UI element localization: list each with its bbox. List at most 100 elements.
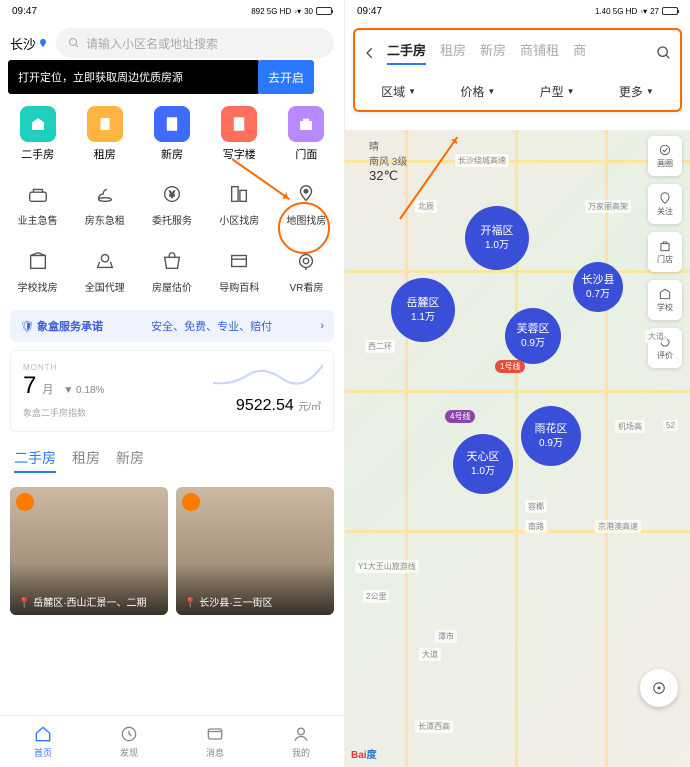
map-canvas[interactable]: 晴 南风 3级 32℃ 画圈 关注 门店 学校 评价 Bai度 开福区 1.0万… — [345, 130, 690, 767]
map-tab-新房[interactable]: 新房 — [480, 40, 506, 65]
district-bubble-开福区[interactable]: 开福区 1.0万 — [465, 206, 529, 270]
tool-icon — [658, 143, 672, 157]
map-top-card: 二手房租房新房商铺租商 区域 ▼价格 ▼户型 ▼更多 ▼ — [353, 28, 682, 112]
listing-type-tabs: 二手房租房新房 — [0, 440, 344, 481]
filter-区域[interactable]: 区域 ▼ — [359, 83, 438, 100]
category-租房[interactable]: 租房 — [71, 106, 138, 162]
map-label: 容榔 — [525, 500, 547, 513]
tool-icon — [658, 239, 672, 253]
map-tool-门店[interactable]: 门店 — [648, 232, 682, 272]
bottom-nav: 首页 发现 消息 我的 — [0, 715, 344, 767]
category-新房[interactable]: 新房 — [138, 106, 205, 162]
nav-房东急租[interactable]: 房东急租 — [71, 180, 138, 227]
baidu-logo: Bai度 — [351, 746, 377, 761]
category-门面[interactable]: 门面 — [273, 106, 340, 162]
tab-新房[interactable]: 新房 — [116, 448, 144, 473]
filter-更多[interactable]: 更多 ▼ — [597, 83, 676, 100]
nav-icon — [119, 724, 139, 744]
wifi-icon: ◦▾ — [294, 7, 301, 16]
nav-地图找房[interactable]: 地图找房 — [273, 180, 340, 227]
nav-学校找房[interactable]: 学校找房 — [4, 247, 71, 294]
metro-line-badge: 4号线 — [445, 410, 475, 423]
avg-price: 9522.54 元/㎡ — [236, 397, 321, 415]
map-label: 机场高 — [615, 420, 645, 433]
district-bubble-芙蓉区[interactable]: 芙蓉区 0.9万 — [505, 308, 561, 364]
nav-导购百科[interactable]: 导购百科 — [206, 247, 273, 294]
month-number: 7 — [23, 372, 36, 400]
nav-发现[interactable]: 发现 — [86, 716, 172, 767]
nav-全国代理[interactable]: 全国代理 — [71, 247, 138, 294]
map-label: 潭市 — [435, 630, 457, 643]
location-banner: 打开定位，立即获取周边优质房源 — [8, 60, 260, 94]
category-写字楼[interactable]: 写字楼 — [206, 106, 273, 162]
map-tab-租房[interactable]: 租房 — [440, 40, 466, 65]
nav-业主急售[interactable]: 业主急售 — [4, 180, 71, 227]
nav-icon: ¥ — [158, 180, 186, 208]
nav-icon — [33, 724, 53, 744]
filter-价格[interactable]: 价格 ▼ — [438, 83, 517, 100]
map-tab-商铺租[interactable]: 商铺租 — [520, 40, 559, 65]
hot-icon — [16, 493, 34, 511]
filter-户型[interactable]: 户型 ▼ — [518, 83, 597, 100]
secondary-row-2: 学校找房 全国代理 房屋估价 导购百科 VR看房 — [0, 237, 344, 304]
chevron-right-icon: › — [320, 320, 324, 332]
district-bubble-天心区[interactable]: 天心区 1.0万 — [453, 434, 513, 494]
district-bubble-长沙县[interactable]: 长沙县 0.7万 — [573, 262, 623, 312]
listings-row: 📍 岳麓区·西山汇景一、二期 📍 长沙县·三一街区 — [0, 481, 344, 621]
tab-二手房[interactable]: 二手房 — [14, 448, 56, 473]
nav-房屋估价[interactable]: 房屋估价 — [138, 247, 205, 294]
category-icon — [154, 106, 190, 142]
service-promise-banner[interactable]: 🛡 象盒服务承诺 安全、免费、专业、赔付 › — [10, 310, 334, 342]
metro-line-badge: 1号线 — [495, 360, 525, 373]
back-icon[interactable] — [363, 46, 377, 60]
map-tool-画圈[interactable]: 画圈 — [648, 136, 682, 176]
map-label: 52 — [663, 420, 678, 431]
weather-widget: 晴 南风 3级 32℃ — [369, 138, 407, 184]
search-icon[interactable] — [656, 45, 672, 61]
map-tool-关注[interactable]: 关注 — [648, 184, 682, 224]
category-icon — [288, 106, 324, 142]
nav-小区找房[interactable]: 小区找房 — [206, 180, 273, 227]
price-index-card[interactable]: MONTH 7 月 ▼ 0.18% 9522.54 元/㎡ 象盒二手房指数 — [10, 350, 334, 432]
map-label: 南路 — [525, 520, 547, 533]
search-icon — [68, 37, 80, 49]
map-tab-商[interactable]: 商 — [573, 40, 586, 65]
nav-首页[interactable]: 首页 — [0, 716, 86, 767]
svg-text:¥: ¥ — [168, 190, 175, 200]
category-icon — [221, 106, 257, 142]
map-label: 西二环 — [365, 340, 395, 353]
tab-租房[interactable]: 租房 — [72, 448, 100, 473]
nav-icon — [24, 180, 52, 208]
locate-me-button[interactable] — [640, 669, 678, 707]
nav-icon — [225, 180, 253, 208]
district-bubble-岳麓区[interactable]: 岳麓区 1.1万 — [391, 278, 455, 342]
nav-VR看房[interactable]: VR看房 — [273, 247, 340, 294]
status-right: 892 5G HD ◦▾ 30 — [251, 7, 332, 16]
map-tab-二手房[interactable]: 二手房 — [387, 40, 426, 65]
nav-icon — [225, 247, 253, 275]
district-bubble-雨花区[interactable]: 雨花区 0.9万 — [521, 406, 581, 466]
nav-icon — [24, 247, 52, 275]
chevron-down-icon: ▼ — [646, 87, 654, 96]
nav-icon — [292, 247, 320, 275]
status-time: 09:47 — [357, 6, 382, 17]
nav-委托服务[interactable]: ¥ 委托服务 — [138, 180, 205, 227]
map-tool-学校[interactable]: 学校 — [648, 280, 682, 320]
status-right: 1.40 5G HD ◦▾ 27 — [595, 7, 678, 16]
nav-icon — [91, 180, 119, 208]
city-picker[interactable]: 长沙 — [10, 34, 48, 53]
map-label: 2公里 — [363, 590, 389, 603]
nav-消息[interactable]: 消息 — [172, 716, 258, 767]
category-二手房[interactable]: 二手房 — [4, 106, 71, 162]
map-label: 长沙绕城高速 — [455, 154, 509, 167]
secondary-row-1: 业主急售 房东急租 ¥ 委托服务 小区找房 地图找房 — [0, 170, 344, 237]
nav-我的[interactable]: 我的 — [258, 716, 344, 767]
nav-icon — [205, 724, 225, 744]
search-input[interactable]: 请输入小区名或地址搜索 — [56, 28, 334, 58]
map-label: 大道 — [419, 648, 441, 661]
enable-location-button[interactable]: 去开启 — [258, 60, 314, 94]
listing-card[interactable]: 📍 岳麓区·西山汇景一、二期 — [10, 487, 168, 615]
listing-card[interactable]: 📍 长沙县·三一街区 — [176, 487, 334, 615]
chevron-down-icon: ▼ — [567, 87, 575, 96]
sparkline-icon — [213, 361, 323, 391]
